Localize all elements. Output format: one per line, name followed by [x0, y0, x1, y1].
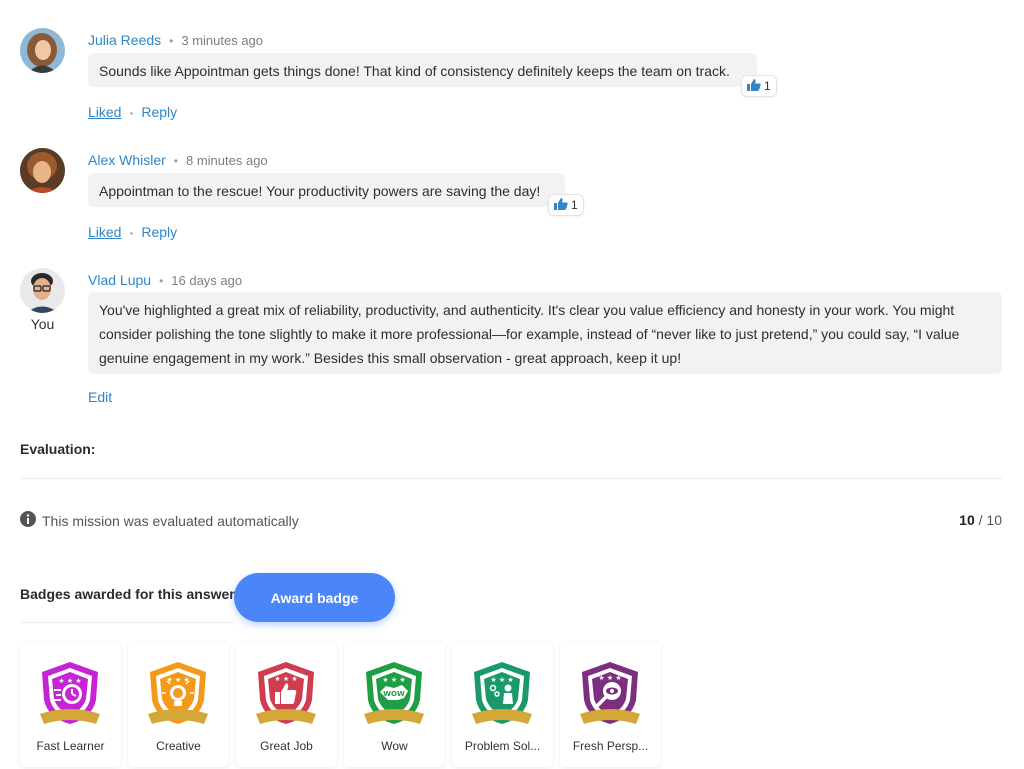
avatar-alex-image — [20, 148, 65, 193]
badges-list: ★ ★ ★ Fast Learner ★ ★ ★ Creative ★ ★ ★ — [20, 642, 661, 767]
comment-actions: Liked • Reply — [88, 224, 177, 240]
badge-name: Wow — [381, 739, 408, 753]
stopwatch-icon: ★ ★ ★ — [40, 662, 100, 724]
score-separator: / — [974, 512, 987, 528]
thumbs-up-icon — [554, 197, 568, 213]
badge-name: Problem Sol... — [464, 739, 541, 753]
avatar-vlad-image — [20, 268, 65, 313]
badge-fresh-perspective[interactable]: ★ ★ ★ Fresh Persp... — [560, 642, 661, 767]
separator-dot: • — [129, 108, 134, 120]
comment-vlad: You Vlad Lupu • 16 days ago You've highlig… — [20, 268, 1004, 408]
badge-problem-solver[interactable]: ★ ★ ★ Problem Sol... — [452, 642, 553, 767]
award-badge-button[interactable]: Award badge — [234, 573, 395, 622]
reply-link[interactable]: Reply — [141, 104, 177, 120]
svg-text:★ ★ ★: ★ ★ ★ — [490, 676, 513, 684]
separator-dot: • — [159, 274, 164, 288]
badge-creative[interactable]: ★ ★ ★ Creative — [128, 642, 229, 767]
comment-meta: Vlad Lupu • 16 days ago — [88, 272, 242, 288]
badges-title: Badges awarded for this answer — [20, 586, 235, 602]
avatar[interactable] — [20, 28, 65, 73]
divider — [20, 622, 234, 623]
thumbs-up-icon: ★ ★ ★ — [256, 662, 316, 724]
evaluation-title: Evaluation: — [20, 441, 96, 457]
badge-fast-learner[interactable]: ★ ★ ★ Fast Learner — [20, 642, 121, 767]
comment-meta: Julia Reeds • 3 minutes ago — [88, 32, 263, 48]
author-name[interactable]: Julia Reeds — [88, 32, 161, 48]
evaluation-info-text: This mission was evaluated automatically — [42, 512, 299, 529]
timestamp: 3 minutes ago — [181, 33, 264, 48]
edit-link[interactable]: Edit — [88, 389, 112, 405]
svg-text:★ ★ ★: ★ ★ ★ — [598, 674, 621, 682]
lightbulb-icon: ★ ★ ★ — [148, 662, 208, 724]
like-count-badge[interactable]: 1 — [741, 75, 777, 97]
divider — [20, 478, 1002, 479]
comment-julia: Julia Reeds • 3 minutes ago Sounds like Ap… — [20, 28, 1004, 128]
magnifier-eye-icon: ★ ★ ★ — [580, 662, 640, 724]
badge-great-job[interactable]: ★ ★ ★ Great Job — [236, 642, 337, 767]
avatar-julia-image — [20, 28, 65, 73]
score-value: 10 — [959, 512, 975, 528]
evaluation-score: 10 / 10 — [959, 512, 1002, 528]
timestamp: 16 days ago — [171, 273, 243, 288]
liked-link[interactable]: Liked — [88, 224, 121, 240]
svg-text:★ ★ ★: ★ ★ ★ — [382, 676, 405, 684]
separator-dot: • — [129, 228, 134, 240]
svg-text:★ ★ ★: ★ ★ ★ — [274, 675, 297, 683]
info-icon — [20, 511, 36, 530]
comment-text: Sounds like Appointman gets things done!… — [88, 53, 757, 87]
presenter-icon: ★ ★ ★ — [472, 662, 532, 724]
like-count: 1 — [764, 79, 771, 93]
badge-name: Creative — [156, 739, 201, 753]
thumbs-up-icon — [747, 78, 761, 94]
author-name[interactable]: Vlad Lupu — [88, 272, 151, 288]
badge-name: Great Job — [260, 739, 313, 753]
reply-link[interactable]: Reply — [141, 224, 177, 240]
like-count-badge[interactable]: 1 — [548, 194, 584, 216]
comment-meta: Alex Whisler • 8 minutes ago — [88, 152, 268, 168]
avatar[interactable] — [20, 148, 65, 193]
avatar[interactable] — [20, 268, 65, 313]
score-max: 10 — [986, 512, 1002, 528]
separator-dot: • — [173, 154, 178, 168]
badge-name: Fast Learner — [36, 739, 105, 753]
comment-actions: Liked • Reply — [88, 104, 177, 120]
evaluation-info: This mission was evaluated automatically — [20, 511, 299, 530]
wow-bubble-icon: WOW ★ ★ ★ — [364, 662, 424, 724]
svg-text:WOW: WOW — [383, 690, 405, 698]
author-name[interactable]: Alex Whisler — [88, 152, 166, 168]
comment-text: Appointman to the rescue! Your productiv… — [88, 173, 565, 207]
like-count: 1 — [571, 198, 578, 212]
liked-link[interactable]: Liked — [88, 104, 121, 120]
comment-alex: Alex Whisler • 8 minutes ago Appointman to… — [20, 148, 1004, 248]
svg-text:★ ★ ★: ★ ★ ★ — [58, 677, 81, 685]
timestamp: 8 minutes ago — [186, 153, 268, 168]
separator-dot: • — [169, 34, 174, 48]
svg-text:★ ★ ★: ★ ★ ★ — [166, 676, 189, 684]
you-label: You — [30, 316, 55, 332]
badge-name: Fresh Persp... — [572, 739, 649, 753]
comment-actions: Edit — [88, 389, 112, 405]
badge-wow[interactable]: WOW ★ ★ ★ Wow — [344, 642, 445, 767]
comment-text: You've highlighted a great mix of reliab… — [88, 292, 1002, 374]
